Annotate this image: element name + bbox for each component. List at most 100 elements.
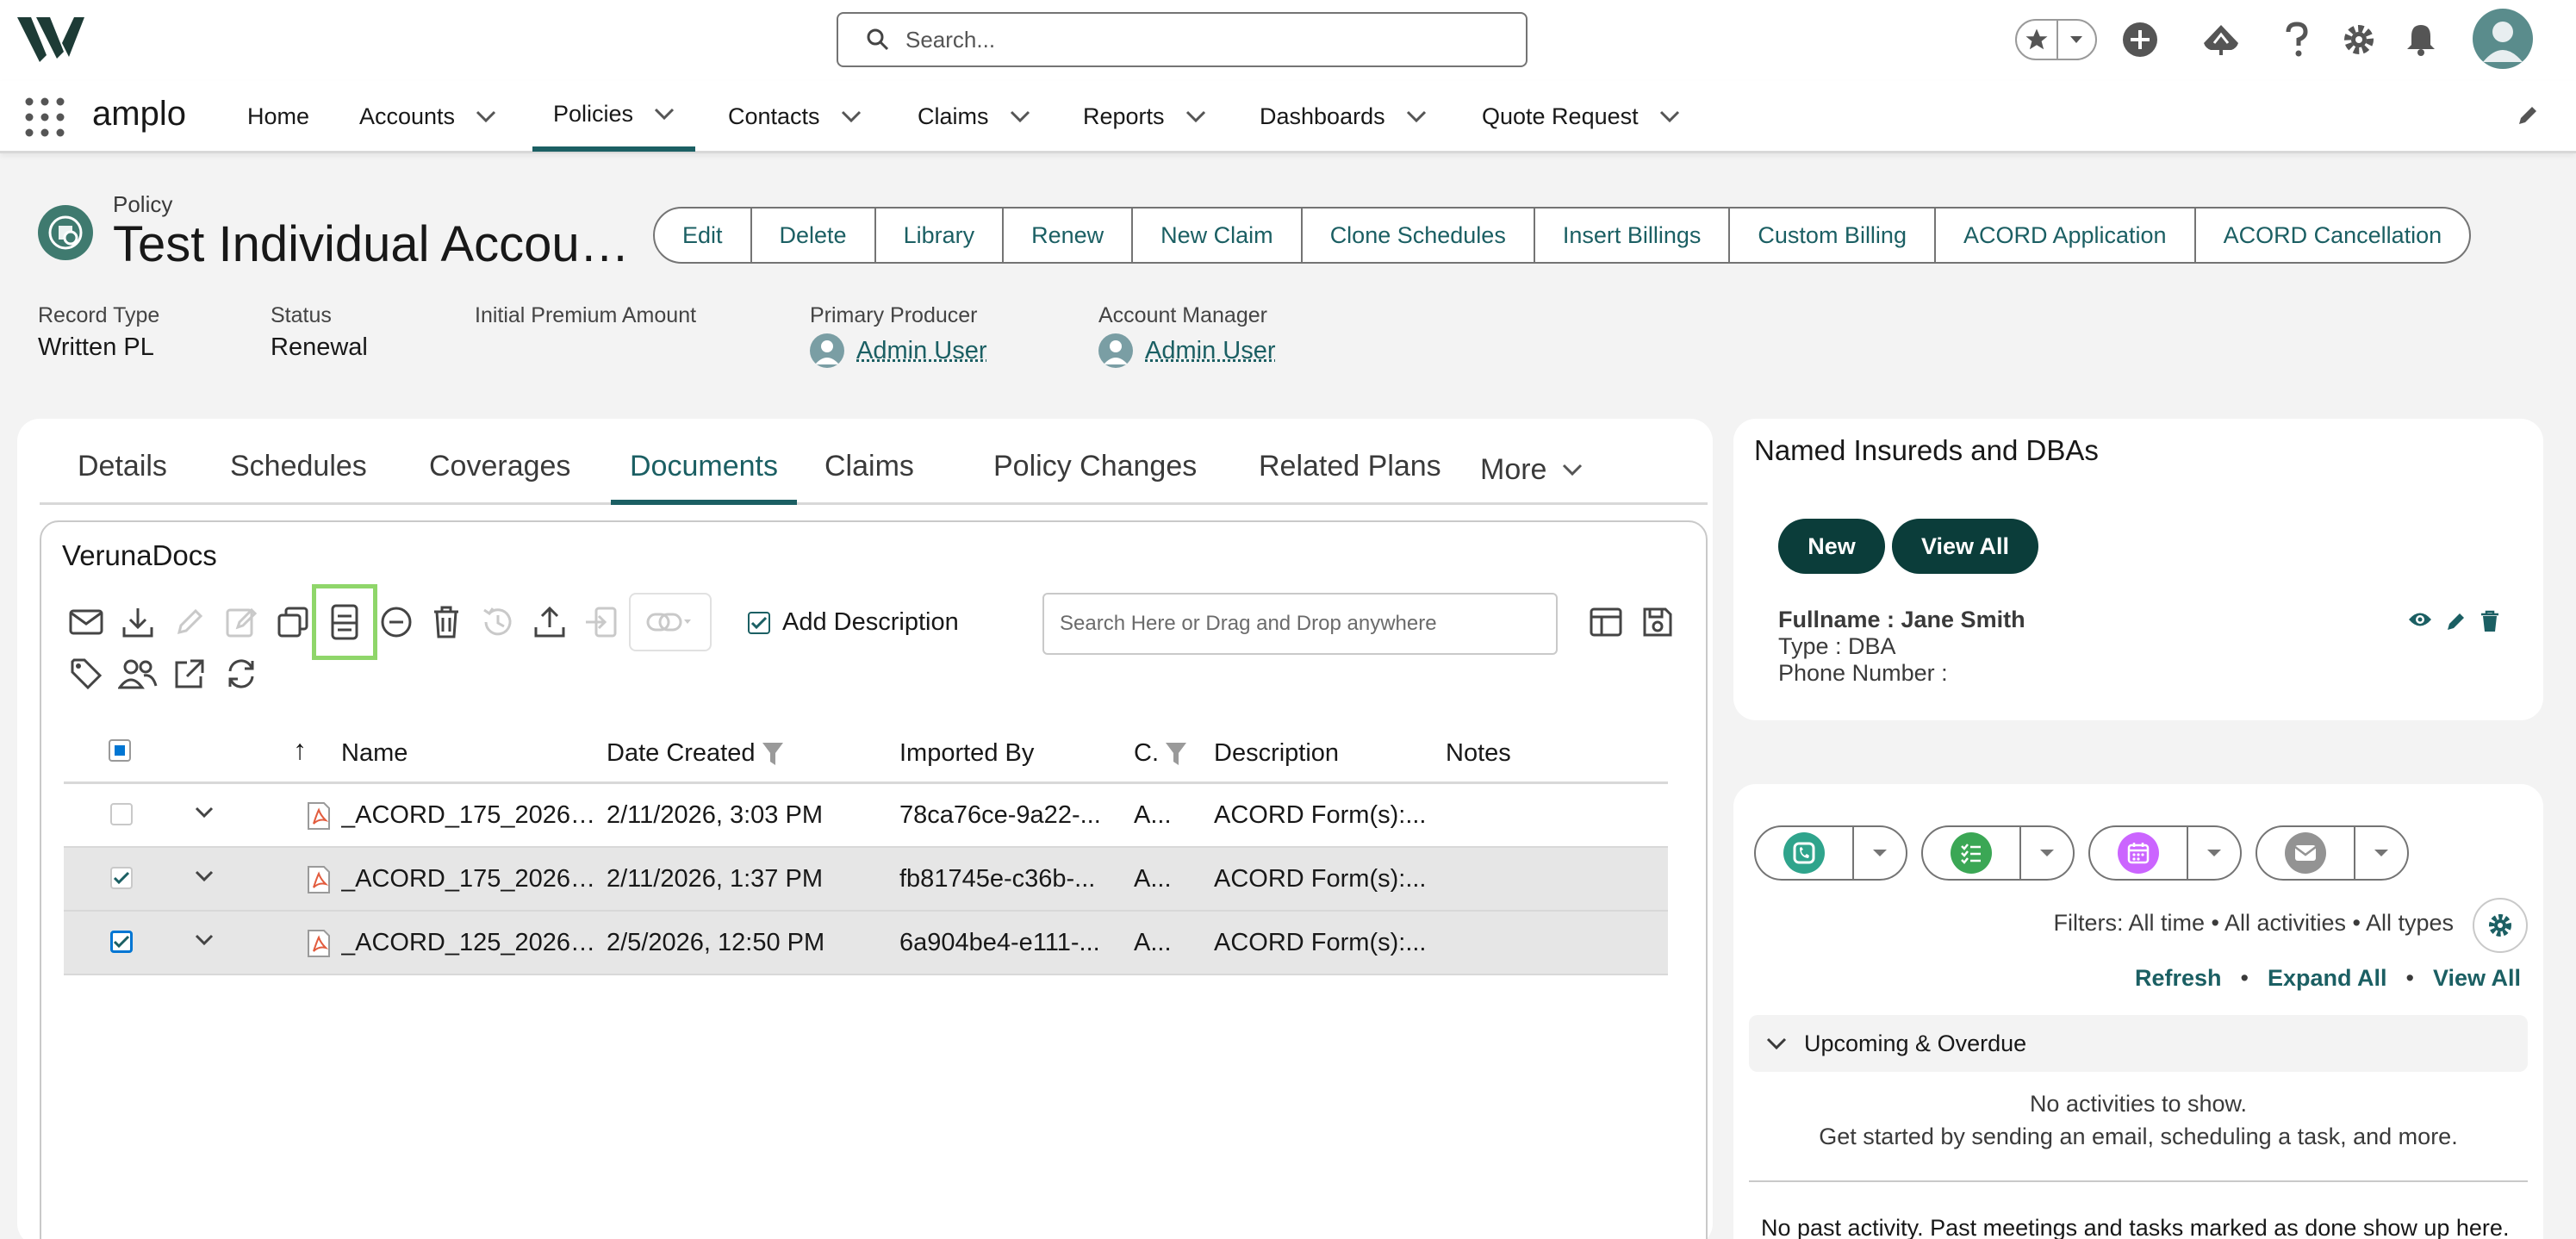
col-notes[interactable]: Notes [1446, 739, 1511, 768]
activity-settings-gear-icon[interactable] [2473, 898, 2528, 953]
edit-document-disabled-icon[interactable] [221, 601, 262, 643]
chevron-down-icon[interactable] [1406, 110, 1427, 122]
favorites-dropdown-icon[interactable] [2056, 21, 2096, 59]
tab-details[interactable]: Details [78, 450, 167, 505]
row-checkbox[interactable] [110, 931, 133, 953]
chevron-down-icon[interactable] [1185, 110, 1206, 122]
col-imported-by[interactable]: Imported By [899, 739, 1034, 768]
add-icon[interactable] [2119, 19, 2161, 60]
edit-button[interactable]: Edit [655, 209, 750, 262]
upcoming-overdue-section[interactable]: Upcoming & Overdue [1749, 1015, 2528, 1072]
history-disabled-icon[interactable] [477, 601, 519, 643]
nav-home[interactable]: Home [247, 81, 309, 152]
import-disabled-icon[interactable] [581, 601, 622, 643]
favorites-star-icon[interactable] [2017, 21, 2056, 59]
account-manager-link[interactable]: Admin User [1145, 337, 1276, 365]
col-c[interactable]: C. [1134, 739, 1188, 768]
email-button[interactable] [2257, 827, 2354, 879]
nav-quote-request[interactable]: Quote Request [1482, 81, 1680, 152]
chevron-down-icon[interactable] [1010, 110, 1030, 122]
row-name[interactable]: _ACORD_125_2026-02- [341, 929, 600, 957]
chevron-down-icon[interactable] [841, 110, 862, 122]
acord-cancellation-button[interactable]: ACORD Cancellation [2194, 209, 2470, 262]
clone-schedules-button[interactable]: Clone Schedules [1301, 209, 1534, 262]
log-call-dropdown-icon[interactable] [1852, 827, 1906, 879]
edit-pencil-disabled-icon[interactable] [169, 601, 210, 643]
table-row[interactable]: _ACORD_125_2026-02- 2/5/2026, 12:50 PM 6… [64, 912, 1668, 975]
tab-coverages[interactable]: Coverages [429, 450, 570, 505]
tab-policy-changes[interactable]: Policy Changes [993, 450, 1197, 505]
settings-gear-icon[interactable] [2338, 19, 2380, 60]
view-eye-icon[interactable] [2407, 610, 2433, 632]
row-checkbox[interactable] [110, 803, 133, 825]
remove-circle-icon[interactable] [376, 601, 417, 643]
acord-application-button[interactable]: ACORD Application [1934, 209, 2194, 262]
row-name[interactable]: _ACORD_175_2026-02- [341, 801, 600, 830]
nav-accounts[interactable]: Accounts [359, 81, 496, 152]
save-view-icon[interactable] [1637, 601, 1678, 643]
edit-nav-pencil-icon[interactable] [2516, 103, 2540, 128]
nav-contacts[interactable]: Contacts [728, 81, 862, 152]
new-task-dropdown-icon[interactable] [2019, 827, 2073, 879]
tab-schedules[interactable]: Schedules [230, 450, 367, 505]
insert-billings-button[interactable]: Insert Billings [1534, 209, 1729, 262]
expand-row-chevron-icon[interactable] [195, 870, 214, 882]
new-event-button[interactable] [2090, 827, 2187, 879]
row-name[interactable]: _ACORD_175_2026-02- [341, 865, 600, 893]
filter-icon[interactable] [1164, 741, 1188, 767]
col-name[interactable]: Name [341, 739, 408, 768]
delete-button[interactable]: Delete [750, 209, 874, 262]
chevron-down-icon[interactable] [1659, 110, 1680, 122]
filter-icon[interactable] [761, 741, 785, 767]
custom-billing-button[interactable]: Custom Billing [1728, 209, 1934, 262]
add-description-toggle[interactable]: Add Description [748, 608, 959, 637]
log-call-button[interactable] [1756, 827, 1852, 879]
tab-documents[interactable]: Documents [611, 450, 797, 505]
expand-row-chevron-icon[interactable] [195, 806, 214, 819]
email-icon[interactable] [65, 601, 107, 643]
help-icon[interactable] [2276, 19, 2318, 60]
global-search-input[interactable]: Search... [837, 12, 1528, 67]
app-launcher-icon[interactable] [24, 97, 65, 138]
col-description[interactable]: Description [1214, 739, 1339, 768]
amplo-logo[interactable] [17, 12, 84, 64]
expand-row-chevron-icon[interactable] [195, 934, 214, 946]
select-all-box[interactable] [109, 739, 131, 762]
user-avatar[interactable] [2473, 9, 2533, 69]
table-row[interactable]: _ACORD_175_2026-02- 2/11/2026, 1:37 PM f… [64, 848, 1668, 912]
delete-trash-icon[interactable] [426, 601, 467, 643]
new-event-dropdown-icon[interactable] [2187, 827, 2240, 879]
table-row[interactable]: _ACORD_175_2026-02- 2/11/2026, 3:03 PM 7… [64, 784, 1668, 848]
add-description-checkbox[interactable] [748, 612, 770, 634]
refresh-link[interactable]: Refresh [2135, 965, 2222, 992]
docs-search-input[interactable]: Search Here or Drag and Drop anywhere [1042, 593, 1558, 655]
new-claim-button[interactable]: New Claim [1131, 209, 1301, 262]
edit-pencil-icon[interactable] [2445, 610, 2467, 632]
primary-producer-link[interactable]: Admin User [856, 337, 987, 365]
view-all-activity-link[interactable]: View All [2433, 965, 2521, 992]
expand-all-link[interactable]: Expand All [2268, 965, 2387, 992]
tag-icon[interactable] [65, 653, 107, 694]
nav-policies[interactable]: Policies [532, 81, 695, 152]
share-users-icon[interactable] [117, 653, 159, 694]
row-checkbox[interactable] [110, 867, 133, 889]
upload-icon[interactable] [529, 601, 570, 643]
tab-claims[interactable]: Claims [824, 450, 914, 505]
sort-arrow-icon[interactable]: ↑ [293, 734, 307, 766]
chevron-down-icon[interactable] [654, 108, 675, 120]
tab-more[interactable]: More [1480, 453, 1583, 508]
refresh-icon[interactable] [221, 653, 262, 694]
tab-related-plans[interactable]: Related Plans [1259, 450, 1441, 505]
chevron-down-icon[interactable] [476, 110, 496, 122]
download-icon[interactable] [117, 601, 159, 643]
new-task-button[interactable] [1923, 827, 2019, 879]
renew-button[interactable]: Renew [1002, 209, 1131, 262]
copy-icon[interactable] [272, 601, 314, 643]
select-all-checkbox[interactable] [109, 739, 131, 762]
delete-trash-icon[interactable] [2480, 610, 2500, 632]
nav-dashboards[interactable]: Dashboards [1260, 81, 1427, 152]
merge-documents-icon[interactable] [312, 584, 377, 660]
nav-claims[interactable]: Claims [918, 81, 1030, 152]
library-button[interactable]: Library [874, 209, 1003, 262]
nav-reports[interactable]: Reports [1083, 81, 1206, 152]
